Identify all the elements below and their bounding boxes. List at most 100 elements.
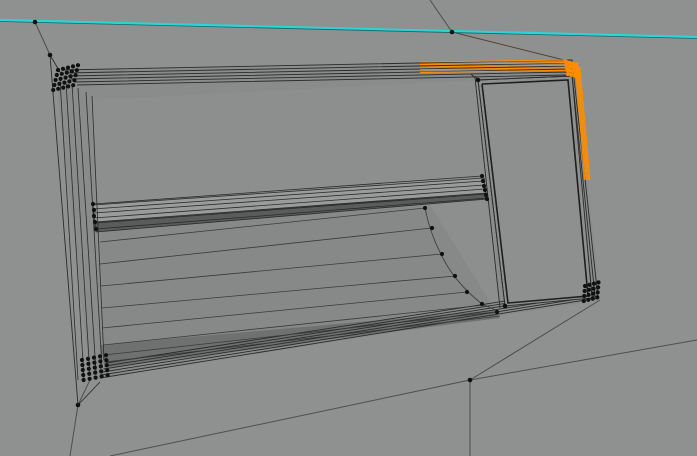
vertex[interactable]: [66, 84, 71, 89]
vertex[interactable]: [85, 356, 91, 361]
vertex[interactable]: [464, 289, 470, 295]
vertex[interactable]: [591, 281, 597, 286]
vertex[interactable]: [596, 285, 601, 290]
selected-vertex[interactable]: [563, 59, 569, 65]
vertex[interactable]: [582, 293, 587, 299]
selected-vertex[interactable]: [565, 67, 570, 73]
vertex[interactable]: [591, 286, 596, 291]
vertex[interactable]: [581, 298, 586, 304]
vertex[interactable]: [591, 291, 596, 296]
vertex[interactable]: [73, 73, 78, 78]
vertex[interactable]: [81, 372, 86, 378]
selected-vertex[interactable]: [572, 73, 577, 78]
vertex[interactable]: [105, 373, 110, 378]
vertex[interactable]: [60, 66, 66, 71]
selected-vertex[interactable]: [565, 71, 570, 77]
selected-vertex[interactable]: [571, 65, 576, 70]
selected-vertex[interactable]: [575, 70, 580, 75]
vertex[interactable]: [99, 369, 104, 374]
vertex[interactable]: [91, 213, 97, 219]
vertex[interactable]: [80, 367, 85, 373]
selected-vertex[interactable]: [568, 68, 573, 73]
vertex[interactable]: [70, 64, 76, 69]
vertex[interactable]: [479, 301, 485, 307]
vertex[interactable]: [93, 370, 98, 375]
vertex[interactable]: [51, 87, 56, 93]
vertex[interactable]: [104, 358, 109, 363]
vertex[interactable]: [98, 359, 103, 364]
vertex[interactable]: [79, 357, 85, 363]
vertex[interactable]: [483, 192, 489, 198]
vertex[interactable]: [92, 365, 97, 370]
vertex[interactable]: [59, 71, 64, 76]
vertex[interactable]: [61, 85, 66, 90]
vertex[interactable]: [429, 225, 435, 231]
vertex[interactable]: [55, 67, 61, 73]
vertex[interactable]: [75, 63, 81, 68]
vertex[interactable]: [587, 282, 592, 287]
vertex[interactable]: [90, 201, 96, 207]
mesh-wireframe[interactable]: [0, 0, 697, 456]
vertex[interactable]: [53, 77, 58, 83]
vertex[interactable]: [63, 75, 68, 80]
vertex[interactable]: [56, 86, 61, 91]
vertex[interactable]: [72, 78, 77, 83]
vertex[interactable]: [475, 77, 481, 83]
vertex[interactable]: [587, 287, 592, 292]
vertex[interactable]: [57, 81, 62, 86]
vertex[interactable]: [87, 371, 92, 376]
selected-vertex[interactable]: [576, 74, 581, 79]
vertex[interactable]: [52, 82, 57, 88]
vertex[interactable]: [86, 366, 91, 371]
vertex[interactable]: [481, 183, 487, 189]
vertex[interactable]: [81, 377, 86, 383]
vertex[interactable]: [71, 83, 76, 88]
vertex[interactable]: [482, 187, 488, 193]
vertex[interactable]: [80, 362, 85, 368]
vertex[interactable]: [582, 283, 588, 289]
vertex[interactable]: [91, 355, 97, 360]
selected-vertex[interactable]: [570, 61, 576, 66]
vertex[interactable]: [494, 309, 500, 315]
vertex[interactable]: [69, 69, 74, 74]
vertex[interactable]: [467, 377, 473, 383]
3d-viewport[interactable]: [0, 0, 697, 456]
vertex[interactable]: [105, 368, 110, 373]
vertex[interactable]: [480, 178, 486, 184]
vertex[interactable]: [98, 364, 103, 369]
vertex[interactable]: [93, 226, 99, 232]
vertex[interactable]: [97, 354, 103, 359]
vertex[interactable]: [68, 74, 73, 79]
vertex[interactable]: [67, 79, 72, 84]
vertex[interactable]: [93, 375, 98, 380]
selected-vertex[interactable]: [569, 72, 574, 77]
selected-vertex[interactable]: [575, 66, 580, 71]
vertex[interactable]: [92, 219, 98, 225]
vertex[interactable]: [422, 205, 428, 211]
vertex[interactable]: [586, 292, 591, 297]
selected-vertex[interactable]: [567, 60, 572, 65]
vertex[interactable]: [484, 196, 490, 202]
selected-vertex[interactable]: [564, 63, 569, 69]
vertex[interactable]: [104, 363, 109, 368]
vertex[interactable]: [590, 296, 595, 301]
vertex[interactable]: [64, 70, 69, 75]
vertex[interactable]: [54, 72, 59, 78]
vertex[interactable]: [452, 273, 458, 279]
selected-vertex[interactable]: [568, 64, 573, 69]
vertex[interactable]: [91, 207, 97, 213]
vertex[interactable]: [74, 68, 79, 73]
selected-vertex[interactable]: [572, 69, 577, 74]
vertex[interactable]: [479, 173, 485, 179]
vertex[interactable]: [47, 52, 53, 58]
vertex[interactable]: [449, 29, 455, 35]
vertex[interactable]: [586, 297, 591, 302]
vertex[interactable]: [502, 303, 508, 309]
vertex[interactable]: [87, 376, 92, 381]
vertex[interactable]: [596, 280, 601, 285]
vertex[interactable]: [32, 19, 38, 25]
vertex[interactable]: [75, 402, 81, 408]
vertex[interactable]: [582, 288, 587, 294]
vertex[interactable]: [92, 360, 97, 365]
vertex[interactable]: [58, 76, 63, 81]
